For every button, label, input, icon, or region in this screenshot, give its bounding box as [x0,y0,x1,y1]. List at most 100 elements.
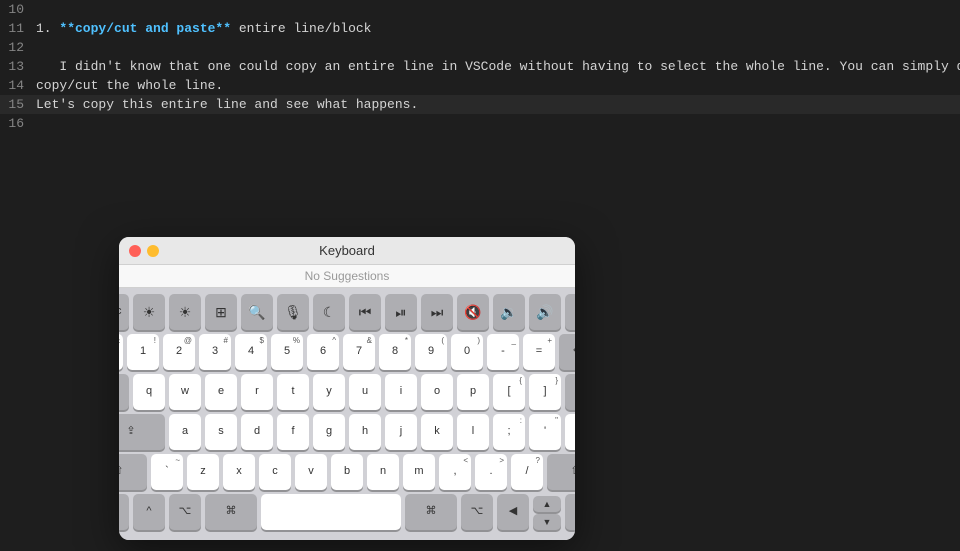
key-p[interactable]: p [457,374,489,410]
key-rewind[interactable]: ⏮ [349,294,381,330]
key-menu[interactable]: ≡ [565,294,575,330]
key-7[interactable]: & 7 [343,334,375,370]
key-f[interactable]: f [277,414,309,450]
key-4[interactable]: $ 4 [235,334,267,370]
close-button[interactable] [129,245,141,257]
line-text: copy/cut the whole line. [36,76,960,95]
key-shift-right[interactable]: ⇧ [547,454,575,490]
key-play-pause[interactable]: ⏯ [385,294,417,330]
key-section[interactable]: ± § [119,334,123,370]
cmd-icon: ⌘ [226,505,237,518]
key-esc[interactable]: esc [119,294,129,330]
key-equals[interactable]: + = [523,334,555,370]
key-m[interactable]: m [403,454,435,490]
line-10: 10 [0,0,960,19]
backspace-icon: ⌫ [573,345,575,358]
key-l[interactable]: l [457,414,489,450]
key-k[interactable]: k [421,414,453,450]
key-arrow-left[interactable]: ◀ [497,494,529,530]
key-fn[interactable]: fn [119,494,129,530]
key-g[interactable]: g [313,414,345,450]
key-c[interactable]: c [259,454,291,490]
key-o[interactable]: o [421,374,453,410]
key-backspace[interactable]: ⌫ [559,334,575,370]
key-d[interactable]: d [241,414,273,450]
key-option-left[interactable]: ⌥ [169,494,201,530]
key-w[interactable]: w [169,374,201,410]
key-h[interactable]: h [349,414,381,450]
key-cmd-right[interactable]: ⌘ [405,494,457,530]
key-fast-forward[interactable]: ⏭ [421,294,453,330]
key-search[interactable]: 🔍 [241,294,273,330]
key-arrow-down[interactable]: ▼ [533,514,561,530]
key-open-bracket[interactable]: { [ [493,374,525,410]
key-vol-up[interactable]: 🔊 [529,294,561,330]
key-mic[interactable]: 🎙 [277,294,309,330]
key-t[interactable]: t [277,374,309,410]
arrow-up-icon: ▲ [543,499,552,510]
key-r[interactable]: r [241,374,273,410]
key-2[interactable]: @ 2 [163,334,195,370]
key-tab[interactable]: ⇥ [119,374,129,410]
key-5[interactable]: % 5 [271,334,303,370]
key-z[interactable]: z [187,454,219,490]
key-brightness-up[interactable]: ☀ [169,294,201,330]
keyboard-body: esc ☀ ☀ ⊞ 🔍 🎙 ☾ ⏮ ⏯ ⏭ 🔇 🔉 🔊 ≡ ± § ! 1 [119,288,575,540]
suggestions-bar: No Suggestions [119,265,575,288]
line-num: 10 [0,0,36,19]
media-row: esc ☀ ☀ ⊞ 🔍 🎙 ☾ ⏮ ⏯ ⏭ 🔇 🔉 🔊 ≡ [125,294,569,330]
key-backtick[interactable]: ~ ` [151,454,183,490]
key-shift-left[interactable]: ⇧ [119,454,147,490]
key-0[interactable]: ) 0 [451,334,483,370]
key-q[interactable]: q [133,374,165,410]
key-i[interactable]: i [385,374,417,410]
key-1[interactable]: ! 1 [127,334,159,370]
key-minus[interactable]: _ - [487,334,519,370]
key-ctrl[interactable]: ^ [133,494,165,530]
key-quote[interactable]: " ' [529,414,561,450]
key-3[interactable]: # 3 [199,334,231,370]
shift-icon: ⇧ [119,465,124,478]
ctrl-icon: ^ [146,505,151,518]
key-moon[interactable]: ☾ [313,294,345,330]
key-mute[interactable]: 🔇 [457,294,489,330]
key-semicolon[interactable]: : ; [493,414,525,450]
key-arrow-up[interactable]: ▲ [533,496,561,512]
line-num: 13 [0,57,36,76]
key-space[interactable] [261,494,401,530]
key-backslash[interactable]: \ [565,414,575,450]
key-u[interactable]: u [349,374,381,410]
brightness-up-icon: ☀ [179,304,192,321]
option-right-icon: ⌥ [471,505,484,518]
dialog-title: Keyboard [319,243,375,258]
key-b[interactable]: b [331,454,363,490]
minimize-button[interactable] [147,245,159,257]
key-close-bracket[interactable]: } ] [529,374,561,410]
key-n[interactable]: n [367,454,399,490]
key-9[interactable]: ( 9 [415,334,447,370]
key-s[interactable]: s [205,414,237,450]
key-period[interactable]: > . [475,454,507,490]
line-16: 16 [0,114,960,133]
key-slash[interactable]: ? / [511,454,543,490]
key-8[interactable]: * 8 [379,334,411,370]
key-j[interactable]: j [385,414,417,450]
key-cmd-left[interactable]: ⌘ [205,494,257,530]
key-e[interactable]: e [205,374,237,410]
key-option-right[interactable]: ⌥ [461,494,493,530]
key-v[interactable]: v [295,454,327,490]
key-y[interactable]: y [313,374,345,410]
bottom-row: fn ^ ⌥ ⌘ ⌘ ⌥ ◀ ▲ ▼ ▶ [125,494,569,530]
key-vol-down[interactable]: 🔉 [493,294,525,330]
key-arrow-right[interactable]: ▶ [565,494,575,530]
key-return[interactable]: ↵ [565,374,575,410]
key-display[interactable]: ⊞ [205,294,237,330]
key-6[interactable]: ^ 6 [307,334,339,370]
key-comma[interactable]: < , [439,454,471,490]
dialog-titlebar: Keyboard [119,237,575,265]
key-a[interactable]: a [169,414,201,450]
key-x[interactable]: x [223,454,255,490]
key-capslock[interactable]: ⇪ [119,414,165,450]
vol-down-icon: 🔉 [500,304,517,321]
key-brightness-down[interactable]: ☀ [133,294,165,330]
